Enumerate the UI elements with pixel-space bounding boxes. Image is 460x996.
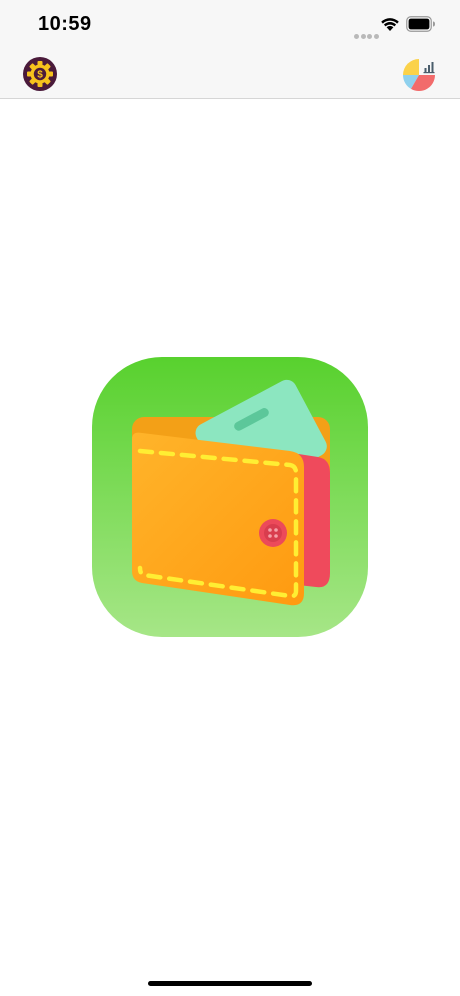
status-time: 10:59 [38, 13, 92, 35]
money-settings-icon: $ [23, 57, 57, 91]
settings-button[interactable]: $ [22, 56, 58, 92]
wallet-icon [92, 357, 368, 637]
wifi-icon [381, 18, 399, 31]
battery-icon [406, 16, 435, 32]
home-indicator [148, 981, 312, 986]
svg-text:$: $ [37, 70, 43, 81]
statistics-button[interactable] [402, 56, 438, 92]
pie-chart-stats-icon [402, 59, 436, 92]
cellular-signal-icon [354, 26, 380, 44]
navigation-bar: $ [0, 50, 460, 99]
status-bar: 10:59 [0, 0, 460, 50]
app-logo [92, 357, 368, 637]
